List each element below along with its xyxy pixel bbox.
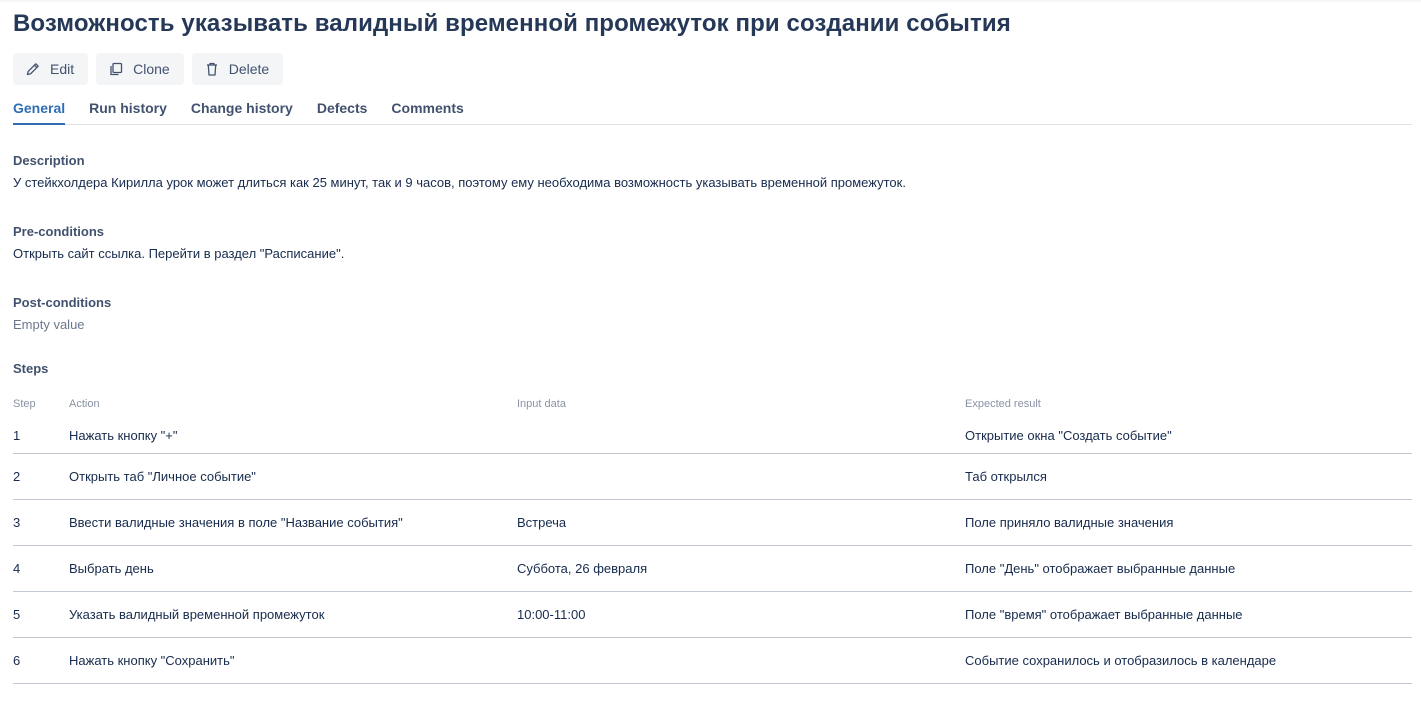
step-expected: Таб открылся	[965, 453, 1412, 500]
action-column-header: Action	[69, 398, 100, 410]
table-row[interactable]: 6 Нажать кнопку "Сохранить" Событие сохр…	[13, 637, 1412, 684]
step-expected: Поле "время" отображает выбранные данные	[965, 591, 1412, 638]
table-row[interactable]: 1 Нажать кнопку "+" Открытие окна "Созда…	[13, 418, 1412, 454]
step-number: 2	[13, 453, 69, 500]
step-input	[517, 637, 965, 684]
trash-icon	[204, 61, 220, 77]
step-action: Выбрать день	[69, 545, 517, 592]
step-expected: Событие сохранилось и отобразилось в кал…	[965, 637, 1412, 684]
postconditions-title: Post-conditions	[13, 295, 112, 310]
postconditions-text: Empty value	[13, 317, 85, 332]
table-row[interactable]: 3 Ввести валидные значения в поле "Назва…	[13, 499, 1412, 546]
tab-defects[interactable]: Defects	[317, 99, 368, 124]
clone-button-label: Clone	[133, 61, 170, 77]
step-number: 1	[13, 418, 69, 454]
description-title: Description	[13, 153, 85, 168]
edit-button[interactable]: Edit	[13, 53, 89, 85]
step-input	[517, 453, 965, 500]
step-action: Нажать кнопку "Сохранить"	[69, 637, 517, 684]
edit-button-label: Edit	[50, 61, 75, 77]
step-action: Указать валидный временной промежуток	[69, 591, 517, 638]
step-number: 6	[13, 637, 69, 684]
step-expected: Открытие окна "Создать событие"	[965, 418, 1412, 454]
toolbar: Edit Clone Delete	[13, 53, 284, 85]
tab-general[interactable]: General	[13, 99, 66, 125]
test-case-page: Возможность указывать валидный временной…	[0, 0, 1421, 711]
step-action: Нажать кнопку "+"	[69, 418, 517, 454]
preconditions-text: Открыть сайт ссылка. Перейти в раздел "Р…	[13, 246, 345, 261]
steps-table: Step Action Input data Expected result 1…	[13, 390, 1412, 684]
delete-button-label: Delete	[228, 61, 270, 77]
preconditions-section: Pre-conditions Открыть сайт ссылка. Пере…	[13, 224, 344, 261]
step-action: Ввести валидные значения в поле "Названи…	[69, 499, 517, 546]
table-row[interactable]: 2 Открыть таб "Личное событие" Таб откры…	[13, 453, 1412, 500]
postconditions-section: Post-conditions Empty value	[13, 295, 111, 332]
step-number: 5	[13, 591, 69, 638]
step-column-header: Step	[13, 398, 36, 410]
tab-bar: General Run history Change history Defec…	[13, 99, 1412, 125]
page-title: Возможность указывать валидный временной…	[13, 10, 1011, 37]
step-input: 10:00-11:00	[517, 591, 965, 638]
copy-icon	[108, 61, 124, 77]
pencil-icon	[25, 61, 41, 77]
step-input	[517, 418, 965, 454]
step-number: 4	[13, 545, 69, 592]
top-divider	[0, 0, 1421, 2]
steps-title: Steps	[13, 361, 49, 376]
table-row[interactable]: 5 Указать валидный временной промежуток …	[13, 591, 1412, 638]
steps-header-row: Step Action Input data Expected result	[13, 390, 1412, 418]
step-input: Встреча	[517, 499, 965, 546]
step-expected: Поле приняло валидные значения	[965, 499, 1412, 546]
preconditions-title: Pre-conditions	[13, 224, 105, 239]
step-expected: Поле "День" отображает выбранные данные	[965, 545, 1412, 592]
description-section: Description У стейкхолдера Кирилла урок …	[13, 153, 906, 190]
expected-column-header: Expected result	[965, 398, 1041, 410]
step-number: 3	[13, 499, 69, 546]
tab-comments[interactable]: Comments	[391, 99, 463, 124]
step-input: Суббота, 26 февраля	[517, 545, 965, 592]
description-text: У стейкхолдера Кирилла урок может длитьс…	[13, 175, 906, 190]
tab-run-history[interactable]: Run history	[89, 99, 167, 124]
step-action: Открыть таб "Личное событие"	[69, 453, 517, 500]
table-row[interactable]: 4 Выбрать день Суббота, 26 февраля Поле …	[13, 545, 1412, 592]
clone-button[interactable]: Clone	[96, 53, 184, 85]
tab-change-history[interactable]: Change history	[191, 99, 293, 124]
input-column-header: Input data	[517, 398, 566, 410]
delete-button[interactable]: Delete	[191, 53, 284, 85]
